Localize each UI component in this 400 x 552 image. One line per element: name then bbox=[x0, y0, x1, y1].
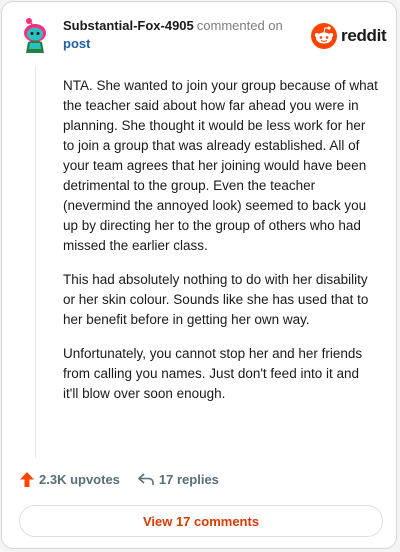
upvote-count: 2.3K upvotes bbox=[39, 472, 120, 487]
comment-paragraph: NTA. She wanted to join your group becau… bbox=[63, 78, 378, 253]
commented-on-text: commented on bbox=[196, 18, 283, 33]
view-comments-button[interactable]: View 17 comments bbox=[19, 505, 383, 537]
upvote-button[interactable]: 2.3K upvotes bbox=[20, 472, 120, 487]
replies-count: 17 replies bbox=[158, 472, 219, 487]
thread-line[interactable] bbox=[35, 66, 36, 458]
comment-card: Substantial-Fox-4905 commented on post re… bbox=[1, 1, 397, 549]
reply-arrow-icon bbox=[138, 473, 154, 485]
comment-header: Substantial-Fox-4905 commented on bbox=[63, 18, 283, 33]
reddit-logo-icon bbox=[311, 23, 337, 49]
comment-actions: 2.3K upvotes 17 replies bbox=[20, 472, 219, 487]
reddit-brand[interactable]: reddit bbox=[311, 23, 387, 49]
reddit-wordmark: reddit bbox=[341, 26, 387, 45]
upvote-arrow-icon bbox=[20, 472, 34, 487]
post-link[interactable]: post bbox=[63, 36, 90, 51]
comment-body: NTA. She wanted to join your group becau… bbox=[63, 76, 378, 418]
replies-button[interactable]: 17 replies bbox=[138, 472, 219, 487]
snoo-avatar-icon bbox=[24, 18, 46, 53]
comment-paragraph: Unfortunately, you cannot stop her and h… bbox=[63, 346, 363, 401]
username-link[interactable]: Substantial-Fox-4905 bbox=[63, 18, 194, 33]
comment-paragraph: This had absolutely nothing to do with h… bbox=[63, 272, 369, 327]
user-avatar[interactable] bbox=[20, 16, 50, 54]
